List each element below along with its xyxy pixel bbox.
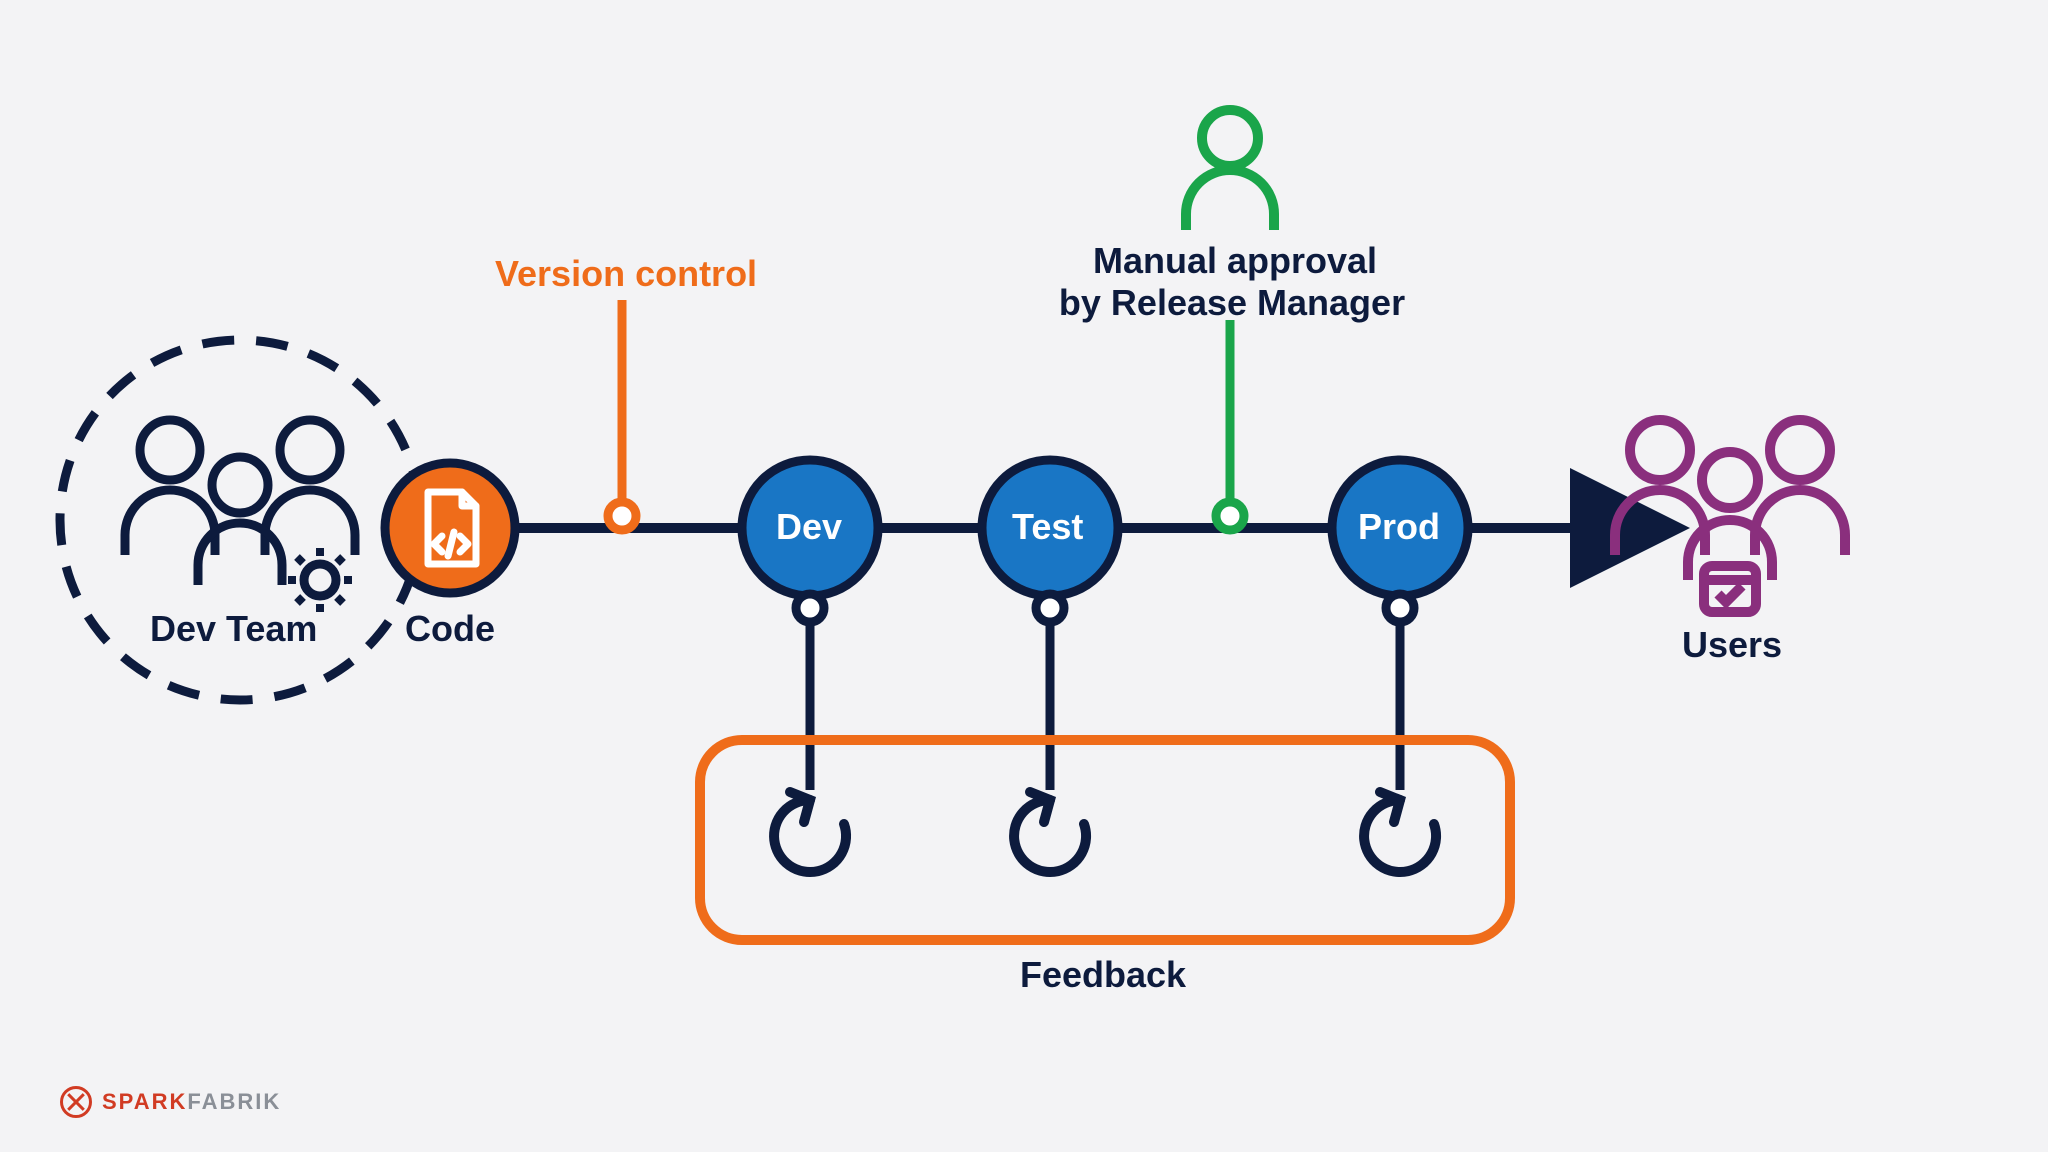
dev-team-label: Dev Team — [150, 608, 317, 650]
feedback-box — [700, 740, 1510, 940]
brand-mark-icon — [60, 1086, 92, 1118]
brand-text-1: SPARK — [102, 1089, 187, 1115]
brand-logo: SPARKFABRIK — [60, 1086, 281, 1118]
stage-test-label: Test — [1012, 506, 1083, 548]
dev-team-icon — [125, 420, 355, 612]
users-icon — [1615, 420, 1845, 612]
stage-prod-label: Prod — [1358, 506, 1440, 548]
code-label: Code — [405, 608, 495, 650]
feedback-loop-icon — [774, 792, 1436, 872]
users-label: Users — [1682, 624, 1782, 666]
stage-dev-label: Dev — [776, 506, 842, 548]
manual-approval-line2: by Release Manager — [1052, 282, 1412, 324]
release-manager-icon — [1186, 110, 1274, 230]
code-node — [385, 463, 515, 593]
brand-text-2: FABRIK — [187, 1089, 281, 1115]
manual-approval-line1: Manual approval — [1085, 240, 1385, 282]
feedback-label: Feedback — [1020, 954, 1186, 996]
version-control-label: Version control — [495, 253, 757, 295]
